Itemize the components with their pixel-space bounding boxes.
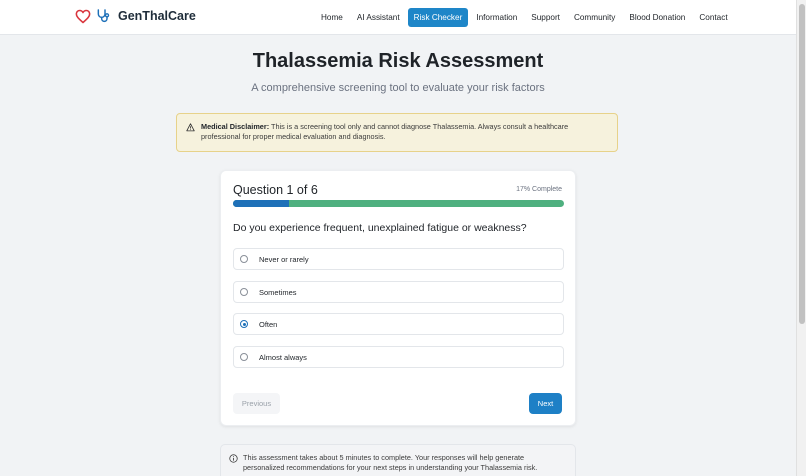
radio-button[interactable] <box>240 255 248 263</box>
nav-ai-assistant[interactable]: AI Assistant <box>351 8 406 27</box>
brand-name: GenThalCare <box>118 9 196 23</box>
brand-logo[interactable]: GenThalCare <box>75 8 196 24</box>
page-title: Thalassemia Risk Assessment <box>252 50 544 72</box>
previous-button[interactable]: Previous <box>233 393 280 414</box>
next-button[interactable]: Next <box>529 393 562 414</box>
nav-community[interactable]: Community <box>568 8 621 27</box>
nav-support[interactable]: Support <box>525 8 566 27</box>
option-label: Sometimes <box>259 287 297 297</box>
nav-risk-checker[interactable]: Risk Checker <box>407 8 469 27</box>
option-label: Often <box>259 319 278 329</box>
progress-bar <box>233 200 564 207</box>
nav-information[interactable]: Information <box>470 8 523 27</box>
nav-blood-donation[interactable]: Blood Donation <box>623 8 691 27</box>
heart-icon <box>75 9 91 23</box>
option-sometimes[interactable]: Sometimes <box>233 281 564 303</box>
navbar: GenThalCare Home AI Assistant Risk Check… <box>0 0 796 35</box>
info-icon <box>229 454 238 463</box>
page-subtitle: A comprehensive screening tool to evalua… <box>251 82 545 94</box>
option-label: Never or rarely <box>259 254 309 264</box>
page-scrollbar[interactable] <box>796 0 806 476</box>
option-often[interactable]: Often <box>233 313 564 335</box>
option-never-or-rarely[interactable]: Never or rarely <box>233 248 564 270</box>
info-text: This assessment takes about 5 minutes to… <box>243 453 538 472</box>
disclaimer-label: Medical Disclaimer: <box>201 122 270 131</box>
radio-button-checked[interactable] <box>240 320 248 328</box>
progress-bar-fill <box>233 200 290 207</box>
nav-contact[interactable]: Contact <box>693 8 733 27</box>
question-counter: Question 1 of 6 <box>233 183 318 197</box>
main-nav: Home AI Assistant Risk Checker Informati… <box>314 8 735 27</box>
question-text: Do you experience frequent, unexplained … <box>233 222 527 234</box>
option-label: Almost always <box>259 352 307 362</box>
nav-home[interactable]: Home <box>315 8 349 27</box>
question-card: Question 1 of 6 17% Complete Do you expe… <box>220 170 576 426</box>
scrollbar-thumb[interactable] <box>799 4 805 324</box>
medical-disclaimer: Medical Disclaimer: This is a screening … <box>176 113 618 152</box>
info-box: This assessment takes about 5 minutes to… <box>220 444 576 476</box>
progress-percent-label: 17% Complete <box>516 186 562 193</box>
radio-button[interactable] <box>240 288 248 296</box>
stethoscope-icon <box>97 9 110 22</box>
radio-button[interactable] <box>240 353 248 361</box>
warning-icon <box>186 123 195 132</box>
option-almost-always[interactable]: Almost always <box>233 346 564 368</box>
